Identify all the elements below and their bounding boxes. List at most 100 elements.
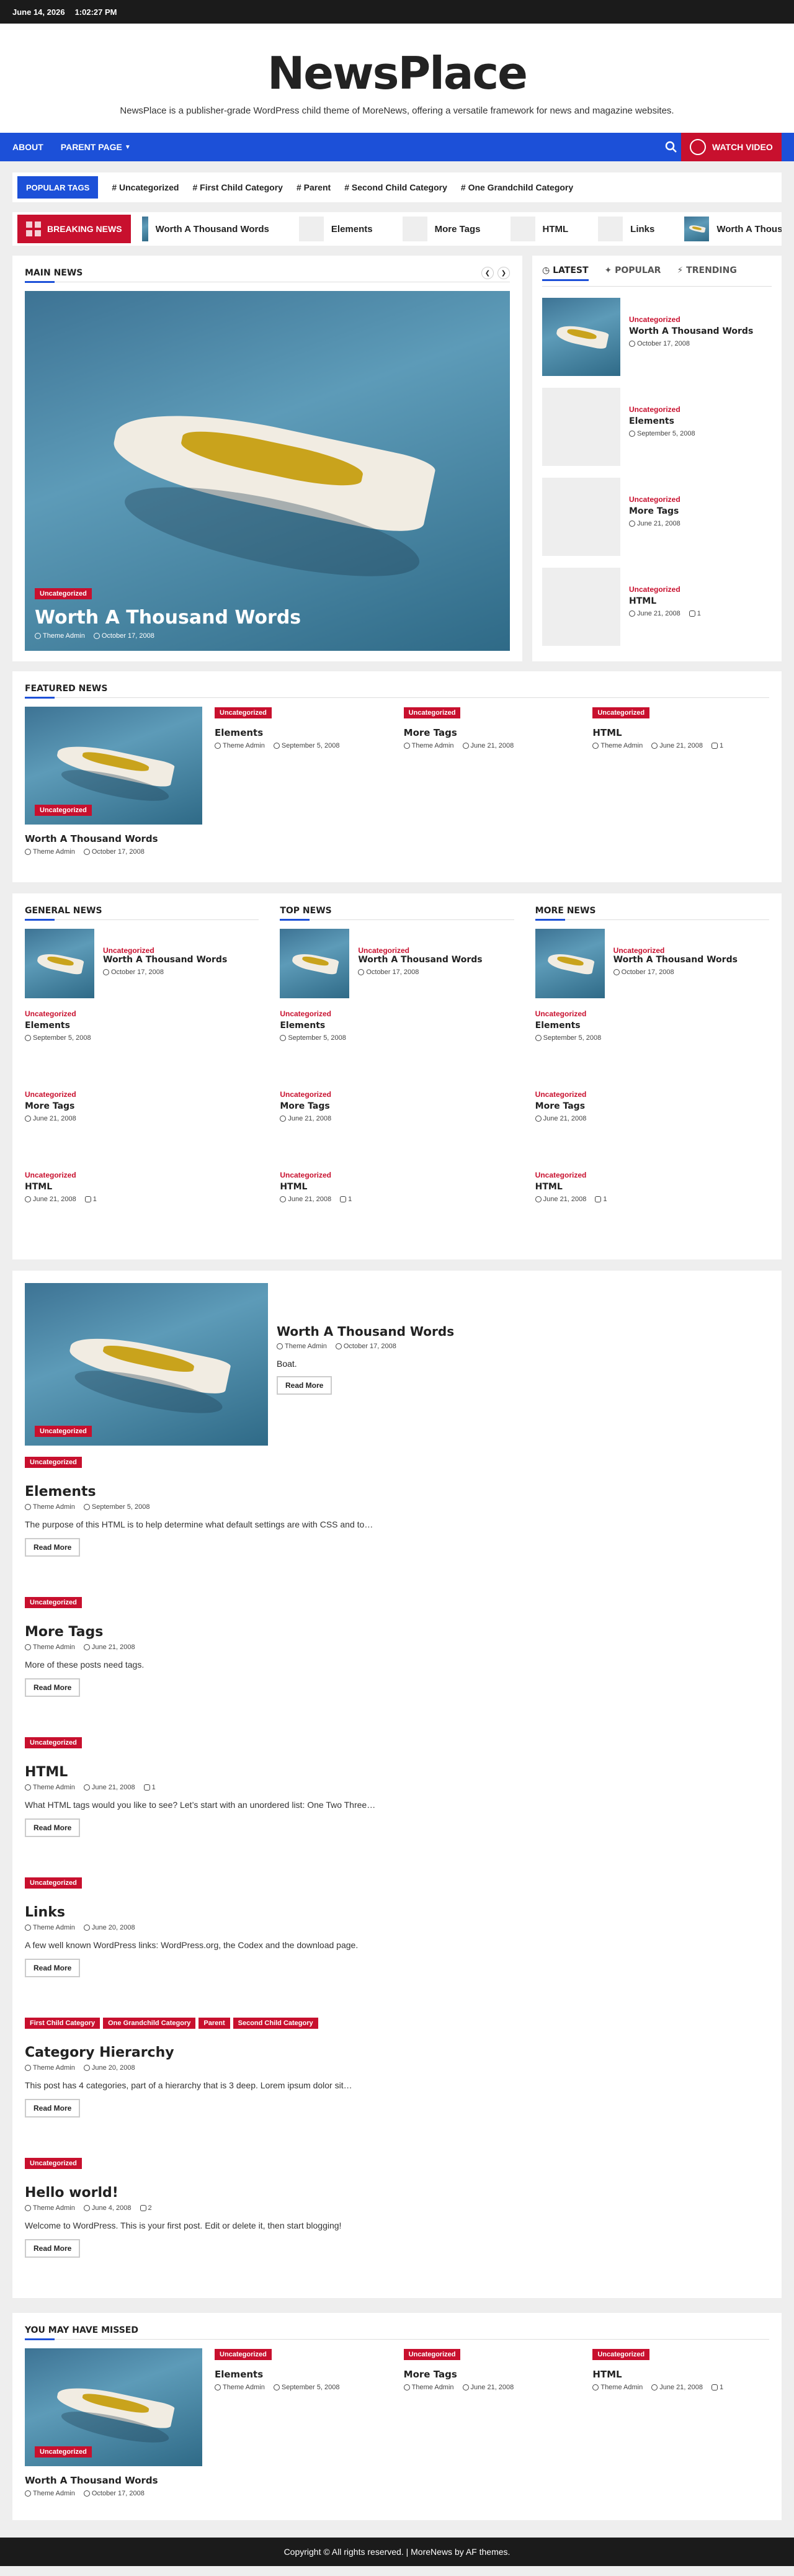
post-thumbnail[interactable]: [542, 478, 620, 556]
category-link[interactable]: Uncategorized: [629, 585, 701, 594]
category-link[interactable]: Uncategorized: [535, 1090, 769, 1099]
post-title[interactable]: HTML: [25, 1764, 769, 1780]
category-badge[interactable]: Uncategorized: [592, 707, 650, 718]
post-title[interactable]: Hello world!: [25, 2185, 769, 2201]
post-title[interactable]: Worth A Thousand Words: [613, 955, 738, 965]
post-title[interactable]: HTML: [629, 596, 701, 606]
category-link[interactable]: Uncategorized: [103, 946, 227, 955]
post-title[interactable]: More Tags: [535, 1101, 769, 1111]
tag-link[interactable]: # One Grandchild Category: [461, 182, 573, 192]
read-more-button[interactable]: Read More: [25, 1818, 81, 1837]
category-link[interactable]: Uncategorized: [280, 1171, 514, 1179]
category-link[interactable]: Uncategorized: [629, 405, 695, 414]
post-title[interactable]: Worth A Thousand Words: [277, 1324, 454, 1339]
post-title[interactable]: Worth A Thousand Words: [25, 2475, 202, 2486]
category-badge[interactable]: Uncategorized: [25, 1597, 82, 1608]
category-badge[interactable]: Uncategorized: [25, 1457, 82, 1468]
ticker-item[interactable]: More Tags: [402, 217, 481, 241]
post-title[interactable]: More Tags: [404, 2369, 581, 2380]
post-title[interactable]: More Tags: [404, 727, 581, 738]
post-title[interactable]: Worth A Thousand Words: [103, 955, 227, 965]
category-link[interactable]: Uncategorized: [25, 1090, 259, 1099]
category-badge[interactable]: Second Child Category: [233, 2018, 318, 2029]
post-title[interactable]: More Tags: [280, 1101, 514, 1111]
post-title[interactable]: Worth A Thousand Words: [25, 833, 202, 844]
read-more-button[interactable]: Read More: [25, 1538, 81, 1557]
ticker-item[interactable]: Links: [598, 217, 654, 241]
category-link[interactable]: Uncategorized: [280, 1009, 514, 1018]
post-title[interactable]: Category Hierarchy: [25, 2045, 769, 2060]
next-arrow-icon[interactable]: ❯: [497, 267, 510, 279]
tag-link[interactable]: # Parent: [297, 182, 331, 192]
category-badge[interactable]: Uncategorized: [215, 2349, 272, 2360]
read-more-button[interactable]: Read More: [25, 2099, 81, 2118]
featured-main-post[interactable]: Uncategorized Worth A Thousand Words The…: [25, 707, 202, 856]
category-badge[interactable]: Uncategorized: [35, 588, 92, 599]
post-title[interactable]: Elements: [629, 416, 695, 426]
category-badge[interactable]: First Child Category: [25, 2018, 100, 2029]
category-badge[interactable]: Uncategorized: [25, 1737, 82, 1748]
category-badge[interactable]: Uncategorized: [25, 1877, 82, 1889]
post-title[interactable]: Elements: [280, 1021, 514, 1031]
category-link[interactable]: Uncategorized: [25, 1171, 259, 1179]
post-title[interactable]: More Tags: [25, 1624, 769, 1640]
search-icon[interactable]: [665, 141, 677, 153]
category-link[interactable]: Uncategorized: [358, 946, 482, 955]
category-badge[interactable]: Parent: [198, 2018, 230, 2029]
watch-video-button[interactable]: WATCH VIDEO: [681, 133, 782, 161]
ticker-item[interactable]: HTML: [510, 217, 568, 241]
post-thumbnail[interactable]: [542, 388, 620, 466]
hero-image[interactable]: Uncategorized Worth A Thousand Words The…: [25, 291, 510, 651]
category-badge[interactable]: Uncategorized: [35, 2446, 92, 2457]
post-title[interactable]: HTML: [592, 2369, 769, 2380]
category-link[interactable]: Uncategorized: [280, 1090, 514, 1099]
post-thumbnail[interactable]: [25, 929, 94, 998]
tab-latest[interactable]: ◷ LATEST: [542, 266, 589, 281]
ticker-item[interactable]: Worth A Thousand Words: [141, 217, 269, 241]
tag-link[interactable]: # Uncategorized: [112, 182, 179, 192]
category-badge[interactable]: Uncategorized: [35, 1426, 92, 1437]
post-title[interactable]: HTML: [280, 1182, 514, 1192]
tag-link[interactable]: # First Child Category: [192, 182, 282, 192]
post-title[interactable]: Elements: [535, 1021, 769, 1031]
prev-arrow-icon[interactable]: ❮: [481, 267, 494, 279]
nav-item-parent-page[interactable]: PARENT PAGE ▼: [61, 142, 131, 152]
read-more-button[interactable]: Read More: [25, 1959, 81, 1977]
category-link[interactable]: Uncategorized: [629, 495, 680, 504]
category-badge[interactable]: Uncategorized: [403, 707, 461, 718]
category-badge[interactable]: One Grandchild Category: [103, 2018, 196, 2029]
category-link[interactable]: Uncategorized: [613, 946, 738, 955]
category-badge[interactable]: Uncategorized: [403, 2349, 461, 2360]
missed-main-post[interactable]: Uncategorized Worth A Thousand Words The…: [25, 2348, 202, 2497]
post-thumbnail[interactable]: [542, 298, 620, 376]
category-badge[interactable]: Uncategorized: [25, 2158, 82, 2169]
post-thumbnail[interactable]: [535, 929, 605, 998]
tag-link[interactable]: # Second Child Category: [344, 182, 447, 192]
post-title[interactable]: Elements: [25, 1484, 769, 1500]
category-badge[interactable]: Uncategorized: [592, 2349, 650, 2360]
post-thumbnail[interactable]: [280, 929, 350, 998]
category-badge[interactable]: Uncategorized: [35, 805, 92, 816]
category-link[interactable]: Uncategorized: [629, 315, 753, 324]
post-thumbnail[interactable]: [542, 568, 620, 646]
post-title[interactable]: Links: [25, 1905, 769, 1920]
category-link[interactable]: Uncategorized: [535, 1009, 769, 1018]
post-thumbnail[interactable]: Uncategorized: [25, 1283, 268, 1446]
nav-item-about[interactable]: ABOUT: [12, 142, 43, 152]
category-link[interactable]: Uncategorized: [535, 1171, 769, 1179]
post-title[interactable]: Elements: [25, 1021, 259, 1031]
category-badge[interactable]: Uncategorized: [215, 707, 272, 718]
post-title[interactable]: Worth A Thousand Words: [358, 955, 482, 965]
ticker-item[interactable]: Worth A Thousand Words: [684, 217, 782, 241]
post-title[interactable]: Elements: [215, 2369, 391, 2380]
post-title[interactable]: Elements: [215, 727, 391, 738]
ticker-item[interactable]: Elements: [298, 217, 373, 241]
post-title[interactable]: Worth A Thousand Words: [629, 326, 753, 336]
category-link[interactable]: Uncategorized: [25, 1009, 259, 1018]
read-more-button[interactable]: Read More: [277, 1376, 332, 1395]
site-title[interactable]: NewsPlace: [0, 48, 794, 98]
hero-title[interactable]: Worth A Thousand Words: [35, 607, 301, 628]
post-title[interactable]: More Tags: [629, 506, 680, 516]
tab-trending[interactable]: ⚡ TRENDING: [677, 266, 736, 281]
tab-popular[interactable]: ✦ POPULAR: [605, 266, 661, 281]
